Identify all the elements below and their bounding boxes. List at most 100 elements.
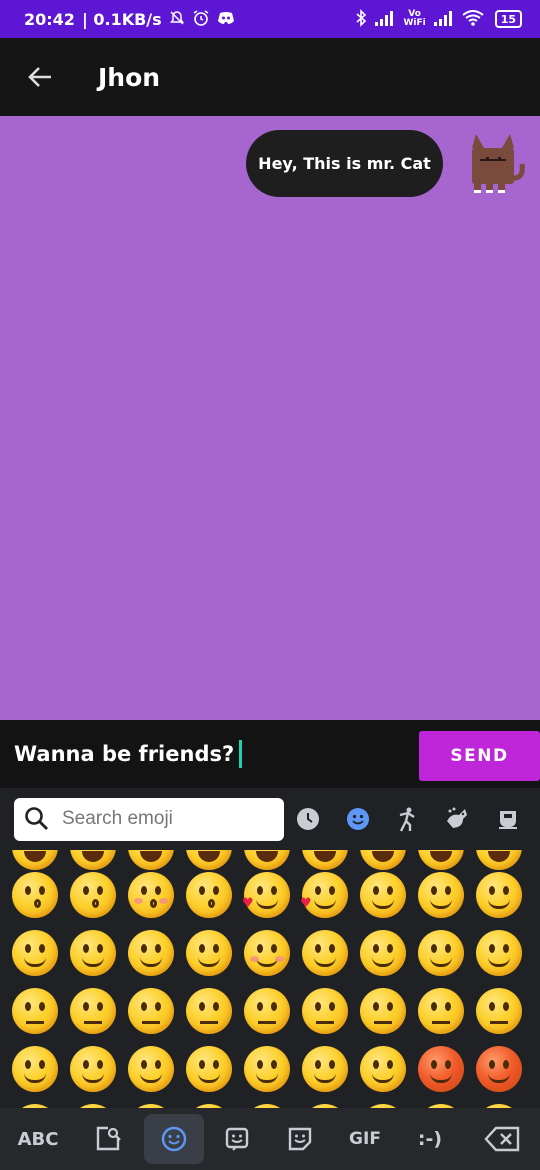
emoji-icon[interactable] bbox=[128, 850, 174, 870]
recent-icon[interactable] bbox=[294, 805, 322, 833]
emoji-icon[interactable] bbox=[12, 930, 58, 976]
emoji-icon[interactable] bbox=[302, 988, 348, 1034]
emoji-icon[interactable] bbox=[244, 1046, 290, 1092]
send-button[interactable]: SEND bbox=[419, 731, 540, 781]
signal-icon-2 bbox=[433, 10, 455, 29]
message-text: Hey, This is mr. Cat bbox=[258, 154, 431, 173]
bell-off-icon bbox=[169, 10, 185, 29]
arrow-left-icon[interactable] bbox=[20, 57, 60, 97]
emoji-icon[interactable] bbox=[476, 1046, 522, 1092]
emoji-icon[interactable] bbox=[418, 930, 464, 976]
emoji-search-input[interactable]: Search emoji bbox=[14, 797, 284, 841]
emoticon-face-icon[interactable] bbox=[207, 1114, 267, 1164]
emoji-icon[interactable] bbox=[12, 1046, 58, 1092]
emoji-icon[interactable] bbox=[302, 850, 348, 870]
emoji-icon[interactable] bbox=[70, 1046, 116, 1092]
emoticon-text-key[interactable]: :-) bbox=[400, 1114, 460, 1164]
network-speed: | 0.1KB/s bbox=[81, 9, 162, 29]
emoji-row bbox=[0, 988, 540, 1046]
emoji-icon[interactable] bbox=[476, 872, 522, 918]
clipboard-search-icon[interactable] bbox=[78, 1114, 138, 1164]
emoji-icon[interactable] bbox=[186, 872, 232, 918]
status-right: Vo WiFi 15 bbox=[355, 8, 522, 30]
alarm-icon bbox=[192, 9, 210, 30]
contact-name: Jhon bbox=[98, 62, 161, 92]
emoji-icon[interactable] bbox=[418, 1046, 464, 1092]
emoji-icon[interactable] bbox=[360, 1046, 406, 1092]
wifi-icon bbox=[462, 9, 484, 29]
abc-key[interactable]: ABC bbox=[8, 1114, 68, 1164]
emoticon-label: :-) bbox=[417, 1128, 443, 1150]
emoji-icon[interactable] bbox=[186, 988, 232, 1034]
send-label: SEND bbox=[450, 746, 509, 766]
emoji-icon[interactable] bbox=[128, 930, 174, 976]
status-left: 20:42 | 0.1KB/s bbox=[24, 9, 235, 30]
cat-avatar bbox=[462, 128, 528, 198]
abc-label: ABC bbox=[17, 1128, 59, 1150]
emoji-icon[interactable] bbox=[12, 988, 58, 1034]
app-bar: Jhon bbox=[0, 38, 540, 116]
discord-icon bbox=[217, 11, 235, 28]
sticker-icon[interactable] bbox=[270, 1114, 330, 1164]
emoji-icon[interactable] bbox=[302, 1046, 348, 1092]
status-bar: 20:42 | 0.1KB/s Vo WiFi 15 bbox=[0, 0, 540, 38]
emoji-icon[interactable]: ♥ bbox=[300, 872, 348, 918]
bluetooth-icon bbox=[355, 8, 367, 30]
battery-icon: 15 bbox=[494, 10, 522, 28]
emoji-icon[interactable] bbox=[70, 988, 116, 1034]
emoji-row bbox=[0, 930, 540, 988]
food-icon[interactable] bbox=[494, 805, 522, 833]
emoji-icon[interactable] bbox=[12, 850, 58, 870]
emoji-icon[interactable] bbox=[70, 930, 116, 976]
emoji-icon[interactable] bbox=[186, 1046, 232, 1092]
people-icon[interactable] bbox=[394, 805, 422, 833]
emoji-icon[interactable] bbox=[476, 850, 522, 870]
emoji-icon[interactable] bbox=[244, 930, 290, 976]
backspace-icon[interactable] bbox=[472, 1114, 532, 1164]
emoji-icon[interactable] bbox=[476, 988, 522, 1034]
gif-key[interactable]: GIF bbox=[335, 1114, 395, 1164]
emoji-icon[interactable] bbox=[360, 872, 406, 918]
status-time: 20:42 bbox=[24, 9, 75, 29]
message-input[interactable]: Wanna be friends? bbox=[14, 740, 404, 768]
emoji-icon[interactable] bbox=[244, 988, 290, 1034]
animals-icon[interactable] bbox=[444, 805, 472, 833]
signal-icon bbox=[374, 10, 396, 29]
emoji-icon[interactable] bbox=[476, 930, 522, 976]
smileys-icon[interactable] bbox=[344, 805, 372, 833]
emoji-icon[interactable] bbox=[186, 850, 232, 870]
emoji-icon[interactable] bbox=[418, 850, 464, 870]
emoji-icon[interactable] bbox=[70, 850, 116, 870]
emoji-icon[interactable] bbox=[70, 872, 116, 918]
composer: Wanna be friends? SEND bbox=[0, 720, 540, 788]
vowifi-bottom: WiFi bbox=[403, 18, 426, 28]
text-cursor bbox=[239, 740, 243, 768]
emoji-icon[interactable] bbox=[360, 930, 406, 976]
gif-label: GIF bbox=[349, 1129, 381, 1149]
emoji-icon[interactable]: ♥ bbox=[242, 872, 290, 918]
emoji-icon[interactable] bbox=[302, 930, 348, 976]
emoji-row: ♥ ♥ bbox=[0, 872, 540, 930]
emoji-search-row: Search emoji bbox=[0, 788, 540, 850]
emoji-icon[interactable] bbox=[418, 988, 464, 1034]
emoji-icon[interactable] bbox=[12, 872, 58, 918]
chat-area[interactable]: Hey, This is mr. Cat bbox=[0, 116, 540, 720]
emoji-icon[interactable] bbox=[128, 988, 174, 1034]
emoji-icon[interactable] bbox=[128, 1046, 174, 1092]
vowifi-indicator: Vo WiFi bbox=[403, 10, 425, 28]
message-bubble[interactable]: Hey, This is mr. Cat bbox=[246, 130, 443, 197]
emoji-icon[interactable] bbox=[360, 988, 406, 1034]
emoji-icon[interactable] bbox=[128, 872, 174, 918]
emoji-icon[interactable] bbox=[244, 850, 290, 870]
emoji-grid[interactable]: ♥ ♥ bbox=[0, 850, 540, 1108]
emoji-icon[interactable] bbox=[186, 930, 232, 976]
emoji-row bbox=[0, 1046, 540, 1104]
search-placeholder: Search emoji bbox=[62, 808, 173, 829]
emoji-icon[interactable] bbox=[360, 850, 406, 870]
message-input-text: Wanna be friends? bbox=[14, 742, 235, 766]
emoji-key-icon[interactable] bbox=[144, 1114, 204, 1164]
emoji-icon[interactable] bbox=[418, 872, 464, 918]
emoji-category-tabs bbox=[294, 788, 522, 850]
battery-level-text: 15 bbox=[500, 12, 516, 26]
search-icon bbox=[25, 807, 48, 830]
